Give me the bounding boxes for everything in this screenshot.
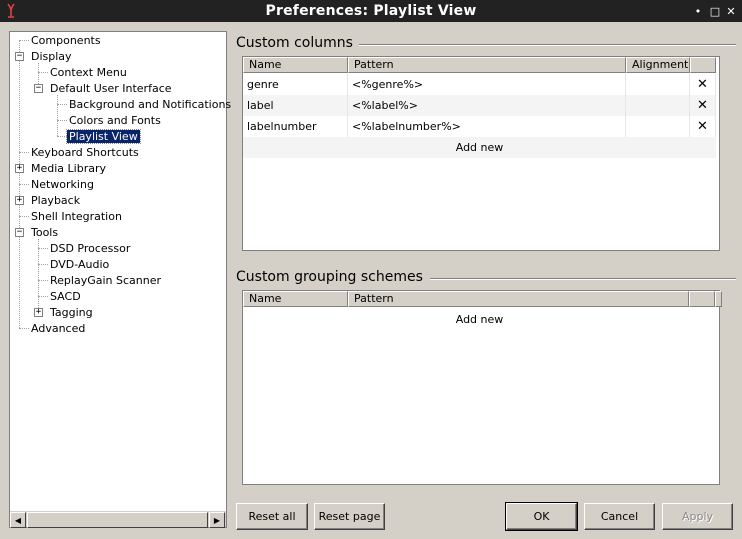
column-header-extra[interactable] (689, 291, 715, 307)
column-header-filler (715, 291, 722, 307)
cell-pattern[interactable]: <%genre%> (348, 74, 626, 95)
tree-item-context-menu[interactable]: Context Menu (48, 65, 129, 80)
collapse-default-ui-icon[interactable]: − (34, 84, 43, 93)
reset-page-button[interactable]: Reset page (314, 503, 385, 530)
tree-item-replaygain-scanner[interactable]: ReplayGain Scanner (48, 273, 163, 288)
close-button[interactable]: ✕ (724, 3, 738, 19)
tree-item-keyboard-shortcuts[interactable]: Keyboard Shortcuts (29, 145, 141, 160)
tree-item-advanced[interactable]: Advanced (29, 321, 87, 336)
add-new-column-row[interactable]: Add new (243, 137, 716, 158)
app-icon (7, 3, 15, 18)
custom-columns-title: Custom columns (236, 35, 359, 51)
custom-columns-table[interactable]: Name Pattern Alignment genre <%genre%> ✕… (242, 56, 720, 251)
maximize-button[interactable]: □ (708, 3, 722, 19)
grouping-schemes-title: Custom grouping schemes (236, 269, 429, 285)
scrollbar-thumb[interactable] (27, 512, 208, 528)
table-row[interactable]: genre <%genre%> ✕ (243, 74, 716, 95)
cell-pattern[interactable]: <%labelnumber%> (348, 116, 626, 137)
cancel-button[interactable]: Cancel (584, 503, 655, 530)
tree-item-shell-integration[interactable]: Shell Integration (29, 209, 124, 224)
tree-item-colors-fonts[interactable]: Colors and Fonts (67, 113, 163, 128)
column-header-name[interactable]: Name (243, 291, 348, 307)
minimize-button[interactable]: • (691, 3, 705, 19)
title-bar: Preferences: Playlist View • □ ✕ (0, 0, 742, 22)
cell-name[interactable]: labelnumber (243, 116, 348, 137)
cell-name[interactable]: label (243, 95, 348, 116)
cell-alignment[interactable] (626, 95, 690, 116)
collapse-tools-icon[interactable]: − (15, 228, 24, 237)
delete-row-icon[interactable]: ✕ (690, 116, 716, 137)
grouping-schemes-rule (430, 278, 736, 280)
table-row[interactable]: label <%label%> ✕ (243, 95, 716, 116)
tree-item-media-library[interactable]: Media Library (29, 161, 108, 176)
grouping-schemes-table[interactable]: Name Pattern Add new (242, 290, 722, 485)
tree-item-playback[interactable]: Playback (29, 193, 82, 208)
column-header-pattern[interactable]: Pattern (348, 291, 689, 307)
scroll-right-icon[interactable]: ▶ (209, 512, 225, 528)
collapse-display-icon[interactable]: − (15, 52, 24, 61)
column-header-name[interactable]: Name (243, 57, 348, 73)
delete-row-icon[interactable]: ✕ (690, 74, 716, 95)
window-title: Preferences: Playlist View (265, 3, 477, 19)
cell-alignment[interactable] (626, 74, 690, 95)
delete-row-icon[interactable]: ✕ (690, 95, 716, 116)
tree-horizontal-scrollbar[interactable]: ◀ ▶ (10, 511, 226, 528)
cell-pattern[interactable]: <%label%> (348, 95, 626, 116)
grouping-schemes-header: Name Pattern (243, 291, 722, 307)
tree-item-networking[interactable]: Networking (29, 177, 96, 192)
tree-item-components[interactable]: Components (29, 33, 103, 48)
tree-item-sacd[interactable]: SACD (48, 289, 83, 304)
tree-item-tools[interactable]: Tools (29, 225, 60, 240)
tree-item-background-notifications[interactable]: Background and Notifications (67, 97, 233, 112)
ok-button[interactable]: OK (505, 502, 578, 531)
preferences-tree[interactable]: − − + + − + Components Display Context M… (9, 31, 231, 528)
tree-item-dsd-processor[interactable]: DSD Processor (48, 241, 132, 256)
expand-tagging-icon[interactable]: + (34, 308, 43, 317)
cell-name[interactable]: genre (243, 74, 348, 95)
expand-media-library-icon[interactable]: + (15, 164, 24, 173)
column-header-pattern[interactable]: Pattern (348, 57, 626, 73)
cell-alignment[interactable] (626, 116, 690, 137)
tree-item-display[interactable]: Display (29, 49, 74, 64)
tree-item-playlist-view[interactable]: Playlist View (66, 129, 141, 144)
apply-button[interactable]: Apply (662, 503, 733, 530)
tree-item-dvd-audio[interactable]: DVD-Audio (48, 257, 111, 272)
column-header-alignment[interactable]: Alignment (626, 57, 690, 73)
column-header-delete[interactable] (690, 57, 716, 73)
reset-all-button[interactable]: Reset all (236, 503, 308, 530)
tree-item-default-user-interface[interactable]: Default User Interface (48, 81, 174, 96)
expand-playback-icon[interactable]: + (15, 196, 24, 205)
custom-columns-rule (355, 44, 736, 46)
table-row[interactable]: labelnumber <%labelnumber%> ✕ (243, 116, 716, 137)
tree-item-tagging[interactable]: Tagging (48, 305, 95, 320)
custom-columns-header: Name Pattern Alignment (243, 57, 716, 73)
add-new-scheme-row[interactable]: Add new (243, 309, 716, 330)
scroll-left-icon[interactable]: ◀ (10, 512, 26, 528)
